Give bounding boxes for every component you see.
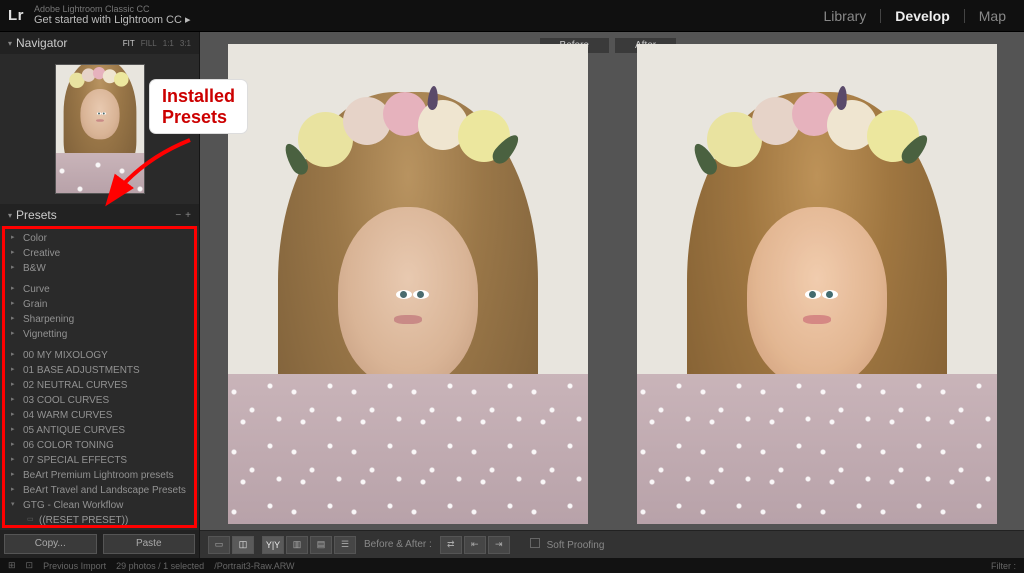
header-titles: Adobe Lightroom Classic CC Get started w… [34,5,814,27]
loupe-view-button[interactable]: ▭ [208,536,230,554]
preset-folder[interactable]: B&W [5,261,194,276]
before-pane[interactable]: Before [206,38,609,524]
preset-item[interactable]: ((RESET PRESET)) [5,513,194,528]
app-header: Lr Adobe Lightroom Classic CC Get starte… [0,0,1024,32]
collapse-icon: ▾ [8,211,12,220]
checkbox-icon [530,538,540,548]
after-pane[interactable]: After [615,38,1018,524]
zoom-fill[interactable]: FILL [141,39,157,48]
compare-view: Before After [200,32,1024,530]
preset-folder[interactable]: 03 COOL CURVES [5,393,194,408]
preset-folder-open[interactable]: GTG - Clean Workflow [5,498,194,513]
preset-folder[interactable]: 02 NEUTRAL CURVES [5,378,194,393]
preset-folder[interactable]: 05 ANTIQUE CURVES [5,423,194,438]
after-photo[interactable] [637,44,997,524]
swap-group: ⇄ ⇤ ⇥ [440,536,510,554]
compare-view-button[interactable]: ◫ [232,536,254,554]
filmstrip-bar: ⊞ ⊡ Previous Import 29 photos / 1 select… [0,558,1024,573]
copy-button[interactable]: Copy... [4,534,97,554]
swap-button[interactable]: ⇄ [440,536,462,554]
preset-folder[interactable]: Creative [5,246,194,261]
annotation-callout: Installed Presets [150,80,247,133]
previous-import-label[interactable]: Previous Import [43,561,106,571]
copy-left-button[interactable]: ⇤ [464,536,486,554]
preset-folder[interactable]: 01 BASE ADJUSTMENTS [5,363,194,378]
promo-link[interactable]: Get started with Lightroom CC ▸ [34,14,814,26]
before-after-label: Before & After : [364,539,432,550]
module-separator [964,9,965,23]
compare-split-button[interactable]: ▥ [286,536,308,554]
module-separator [880,9,881,23]
grid-icon[interactable]: ⊞ [8,560,16,571]
navigator-thumbnail[interactable] [55,64,145,194]
paste-button[interactable]: Paste [103,534,196,554]
image-viewer: Before After [200,32,1024,558]
zoom-fit[interactable]: FIT [123,39,135,48]
module-library[interactable]: Library [814,4,877,28]
preset-folder[interactable]: 00 MY MIXOLOGY [5,348,194,363]
collapse-icon: ▾ [8,39,12,48]
module-switcher: Library Develop Map [814,4,1017,28]
callout-line2: Presets [162,107,235,128]
before-photo[interactable] [228,44,588,524]
preset-folder[interactable]: Vignetting [5,327,194,342]
soft-proof-label: Soft Proofing [547,540,605,551]
product-name: Adobe Lightroom Classic CC [34,5,814,15]
zoom-1to1[interactable]: 1:1 [163,39,174,48]
callout-line1: Installed [162,86,235,107]
module-develop[interactable]: Develop [885,4,959,28]
preset-folder[interactable]: 04 WARM CURVES [5,408,194,423]
compare-top-button[interactable]: ▤ [310,536,332,554]
compare-stack-button[interactable]: ☰ [334,536,356,554]
presets-title: Presets [16,208,175,222]
left-bottom-buttons: Copy... Paste [0,530,199,558]
app-logo: Lr [8,7,24,24]
filename-label: /Portrait3-Raw.ARW [214,561,294,571]
presets-list: Color Creative B&W Curve Grain Sharpenin… [2,226,197,528]
preset-folder[interactable]: Curve [5,282,194,297]
copy-right-button[interactable]: ⇥ [488,536,510,554]
presets-controls: − + [175,210,191,221]
navigator-header[interactable]: ▾ Navigator FIT FILL 1:1 3:1 [0,32,199,54]
remove-preset-button[interactable]: − [175,210,181,221]
preset-folder[interactable]: 07 SPECIAL EFFECTS [5,453,194,468]
compare-layout-group: Y|Y ▥ ▤ ☰ [262,536,356,554]
preset-folder[interactable]: Grain [5,297,194,312]
preset-folder[interactable]: 06 COLOR TONING [5,438,194,453]
soft-proof-toggle[interactable]: Soft Proofing [530,538,605,551]
preset-folder[interactable]: BeArt Travel and Landscape Presets [5,483,194,498]
secondary-display-icon[interactable]: ⊡ [26,560,34,571]
preset-folder[interactable]: BeArt Premium Lightroom presets [5,468,194,483]
navigator-title: Navigator [16,36,123,50]
view-mode-group: ▭ ◫ [208,536,254,554]
viewer-toolbar: ▭ ◫ Y|Y ▥ ▤ ☰ Before & After : ⇄ ⇤ ⇥ Sof… [200,530,1024,558]
navigator-zoom-modes: FIT FILL 1:1 3:1 [123,39,191,48]
filter-label: Filter : [991,561,1016,571]
preset-folder[interactable]: Sharpening [5,312,194,327]
add-preset-button[interactable]: + [185,210,191,221]
photo-count: 29 photos / 1 selected [116,561,204,571]
preset-folder[interactable]: Color [5,231,194,246]
module-map[interactable]: Map [969,4,1016,28]
presets-header[interactable]: ▾ Presets − + [0,204,199,226]
compare-side-button[interactable]: Y|Y [262,536,284,554]
zoom-3to1[interactable]: 3:1 [180,39,191,48]
